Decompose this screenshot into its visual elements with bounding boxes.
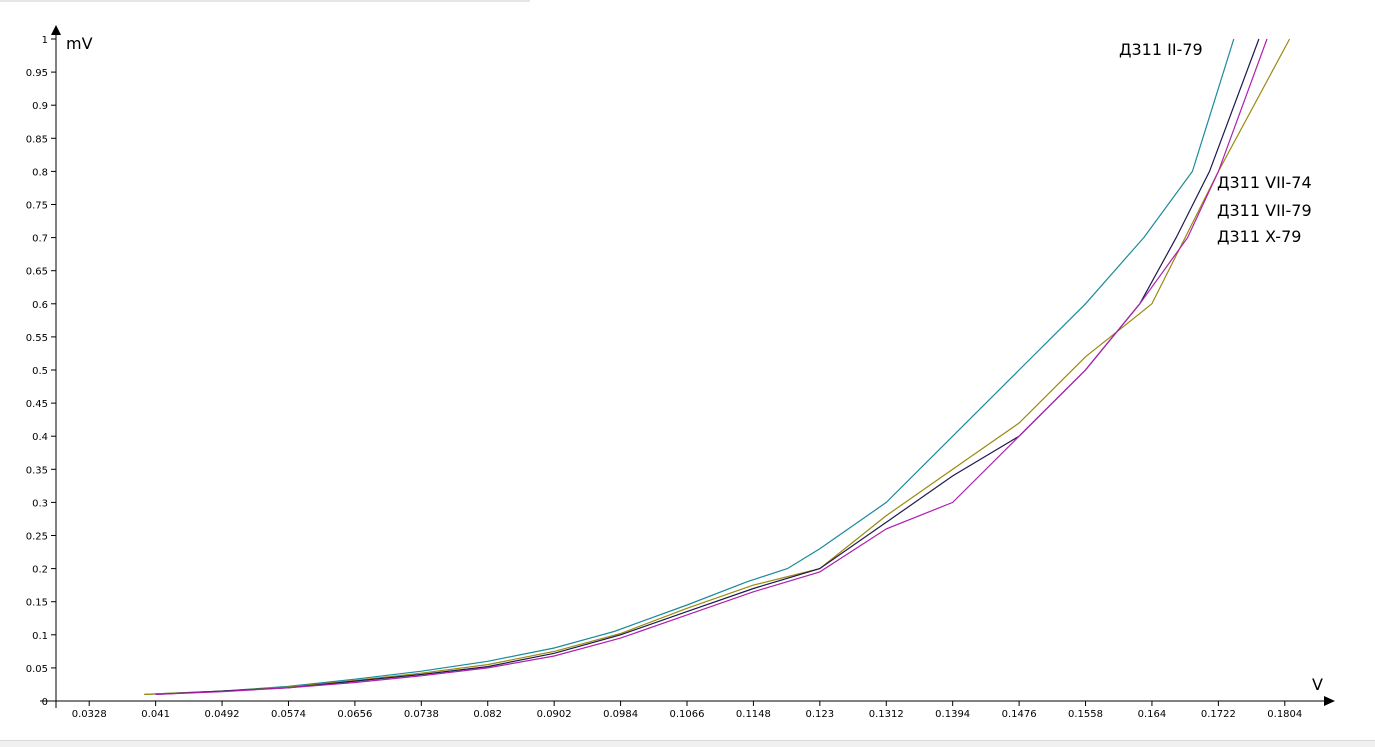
series-labels: Д311 II-79 Д311 VII-74 Д311 VII-79 Д311 … [1119, 40, 1312, 246]
x-tick-label: 0.1804 [1267, 709, 1302, 720]
x-tick-label: 0.0492 [205, 709, 240, 720]
y-tick-label: 0.7 [32, 234, 48, 245]
y-tick-label: 0.1 [32, 631, 48, 642]
x-axis-unit-label: V [1312, 675, 1323, 694]
y-tick-label: 0.2 [32, 565, 48, 576]
series-label-d311-ii-79: Д311 II-79 [1119, 40, 1203, 59]
x-tick-label: 0.1558 [1068, 709, 1103, 720]
x-tick-label: 0.1722 [1201, 709, 1236, 720]
y-ticks: 0 0.05 0.1 0.15 0.2 0.25 0.3 0.35 0.4 0.45 0.5 0.55… [26, 35, 56, 708]
series-line-0 [144, 38, 1235, 695]
y-tick-label: 0.05 [26, 664, 48, 675]
x-tick-label: 0.1476 [1002, 709, 1037, 720]
x-tick-label: 0.1066 [670, 709, 705, 720]
y-tick-label: 0.85 [26, 134, 48, 145]
y-tick-label: 0.35 [26, 465, 48, 476]
x-tick-label: 0.0656 [337, 709, 372, 720]
y-axis-unit-label: mV [66, 34, 93, 53]
x-tick-label: 0.0902 [537, 709, 572, 720]
y-tick-label: 0.3 [32, 498, 48, 509]
x-axis-arrow [1324, 696, 1335, 706]
series-line-1 [144, 38, 1291, 695]
y-tick-label: 0.8 [32, 167, 48, 178]
y-tick-label: 0.6 [32, 300, 48, 311]
voltage-chart: 0 0.05 0.1 0.15 0.2 0.25 0.3 0.35 0.4 0.45 0.5 0.55… [26, 25, 1335, 720]
x-ticks: 0.0328 0.041 0.0492 0.0574 0.0656 0.0738 0.082… [72, 701, 1302, 720]
x-tick-label: 0.123 [806, 709, 835, 720]
x-tick-label: 0.0574 [271, 709, 306, 720]
x-tick-label: 0.041 [141, 709, 170, 720]
y-tick-label: 1 [42, 35, 48, 46]
y-tick-label: 0.65 [26, 267, 48, 278]
axes [40, 25, 1335, 708]
y-tick-label: 0.95 [26, 68, 48, 79]
series-label-d311-x-79: Д311 X-79 [1217, 227, 1301, 246]
y-tick-label: 0.25 [26, 532, 48, 543]
y-tick-label: 0.55 [26, 333, 48, 344]
series-line-2 [155, 38, 1260, 695]
y-tick-label: 0.15 [26, 598, 48, 609]
series-lines [144, 38, 1291, 695]
y-tick-label: 0.5 [32, 366, 48, 377]
x-tick-label: 0.0984 [603, 709, 638, 720]
x-tick-label: 0.1148 [736, 709, 771, 720]
x-tick-label: 0.1312 [869, 709, 904, 720]
y-tick-label: 0.45 [26, 399, 48, 410]
x-tick-label: 0.164 [1138, 709, 1167, 720]
y-tick-label: 0.9 [32, 101, 48, 112]
series-label-d311-vii-79: Д311 VII-79 [1217, 201, 1312, 220]
series-label-d311-vii-74: Д311 VII-74 [1217, 173, 1312, 192]
y-tick-label: 0.75 [26, 201, 48, 212]
x-tick-label: 0.0738 [404, 709, 439, 720]
y-tick-label: 0 [42, 697, 48, 708]
x-tick-label: 0.1394 [935, 709, 970, 720]
y-tick-label: 0.4 [32, 432, 48, 443]
x-tick-label: 0.0328 [72, 709, 107, 720]
x-tick-label: 0.082 [473, 709, 502, 720]
y-axis-arrow [51, 25, 61, 35]
